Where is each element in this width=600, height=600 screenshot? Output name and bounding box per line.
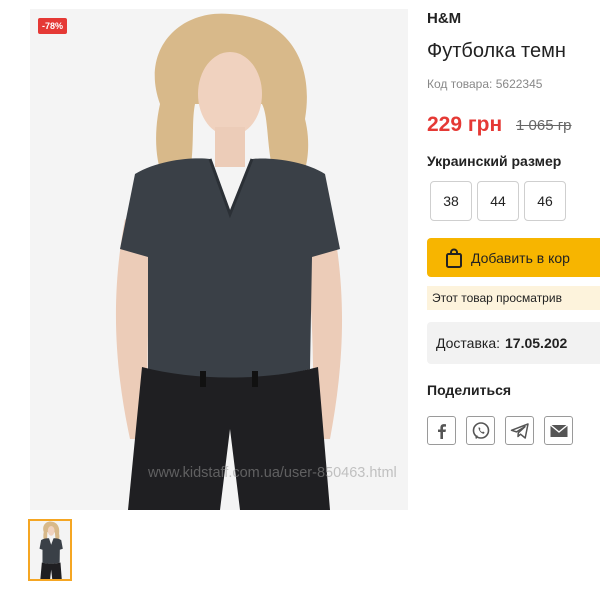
telegram-icon[interactable] [505, 416, 534, 445]
thumbnail-photo [30, 521, 70, 579]
size-label: Украинский размер [427, 153, 562, 169]
current-price: 229 грн [427, 113, 503, 136]
size-option-44[interactable]: 44 [477, 181, 519, 221]
product-title: Футболка темн [427, 40, 566, 62]
viewed-notice: Этот товар просматрив [427, 286, 600, 310]
delivery-date: 17.05.202 [505, 335, 568, 351]
email-icon[interactable] [544, 416, 573, 445]
share-label: Поделиться [427, 382, 512, 398]
discount-badge: -78% [38, 18, 68, 34]
old-price: 1 065 гр [516, 117, 572, 134]
sku-label: Код товара: [427, 77, 493, 91]
size-option-38[interactable]: 38 [430, 181, 472, 221]
shopping-bag-icon [445, 248, 463, 268]
facebook-icon[interactable] [427, 416, 456, 445]
watermark-text: www.kidstaff.com.ua/user-850463.html [148, 465, 397, 481]
product-photo [30, 9, 408, 510]
delivery-info: Доставка: 17.05.202 [427, 322, 600, 364]
share-buttons [427, 416, 573, 445]
add-to-cart-label: Добавить в кор [471, 249, 570, 266]
brand-name[interactable]: H&M [427, 10, 461, 27]
sku-value: 5622345 [495, 77, 543, 91]
delivery-label: Доставка: [436, 335, 501, 351]
size-options: 38 44 46 [430, 181, 566, 221]
add-to-cart-button[interactable]: Добавить в кор [427, 238, 600, 277]
product-sku: Код товара: 5622345 [427, 77, 542, 91]
product-thumbnail[interactable] [28, 519, 72, 581]
viber-icon[interactable] [466, 416, 495, 445]
size-option-46[interactable]: 46 [524, 181, 566, 221]
product-main-image[interactable]: -78% www.kidstaff.com.ua/user-850463.htm… [30, 9, 408, 510]
